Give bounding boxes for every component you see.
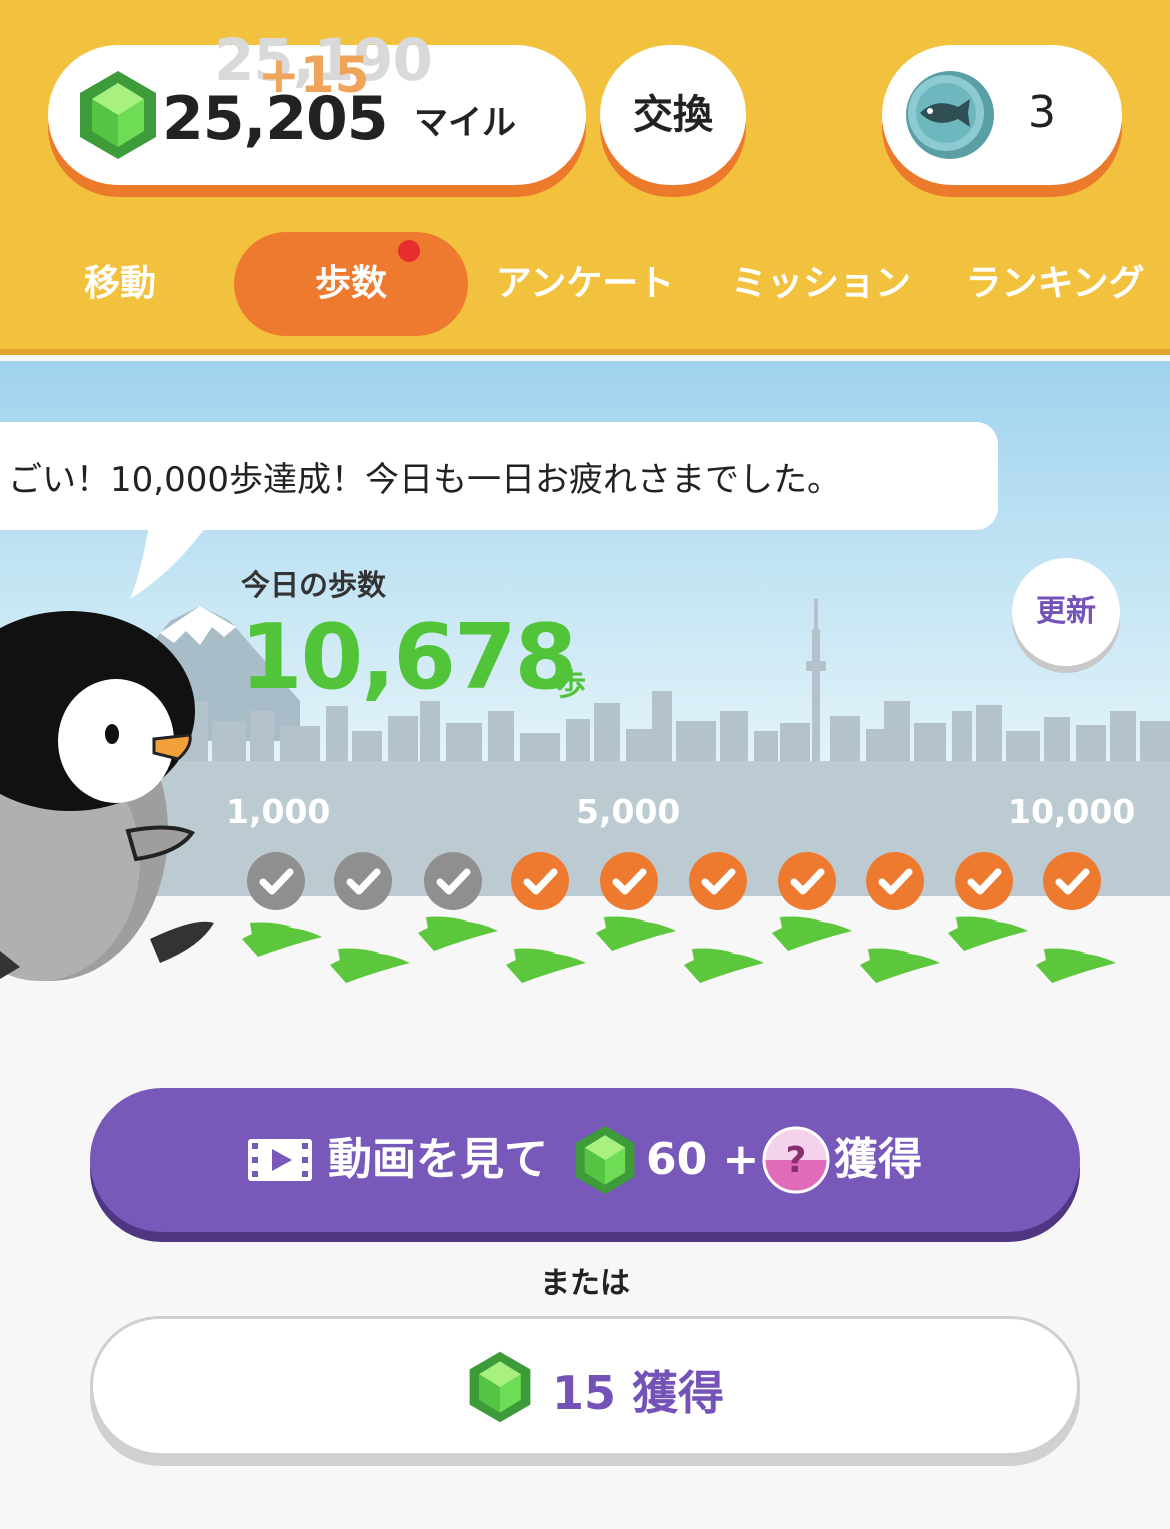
video-button-suffix: 獲得: [834, 1134, 922, 1185]
exchange-button[interactable]: 交換: [600, 45, 746, 185]
green-gem-icon: [575, 1125, 635, 1195]
speech-bubble-text: ごい！10,000歩達成！今日も一日お疲れさまでした。: [8, 460, 841, 500]
milestone-check-4: [511, 852, 569, 910]
tab-survey[interactable]: アンケート: [490, 232, 680, 336]
miles-unit: マイル: [414, 103, 516, 143]
tab-move[interactable]: 移動: [40, 232, 200, 336]
refresh-button[interactable]: 更新: [1012, 558, 1120, 666]
exchange-label: 交換: [633, 92, 713, 138]
miles-value: 25,205: [162, 84, 389, 154]
fish-coin-pill[interactable]: 3: [882, 45, 1122, 185]
tab-mission[interactable]: ミッション: [724, 232, 918, 336]
milestone-label-1000: 1,000: [226, 792, 331, 831]
svg-text:?: ?: [786, 1140, 807, 1181]
watch-video-button[interactable]: 動画を見て 60 + ? 獲得: [90, 1088, 1080, 1232]
notification-dot: [398, 240, 420, 262]
milestone-check-7: [778, 852, 836, 910]
today-steps-label: 今日の歩数: [241, 568, 387, 602]
green-gem-icon: [469, 1351, 531, 1423]
green-gem-icon: [80, 71, 156, 159]
milestone-check-5: [600, 852, 658, 910]
mystery-ball-icon: ?: [762, 1126, 830, 1194]
milestone-check-10: [1043, 852, 1101, 910]
milestone-label-10000: 10,000: [1008, 792, 1136, 831]
film-icon: [248, 1139, 312, 1181]
fish-coin-count: 3: [1028, 87, 1056, 138]
milestone-check-8: [866, 852, 924, 910]
milestone-check-3: [424, 852, 482, 910]
fish-coin-icon: [906, 71, 994, 159]
milestone-check-1: [247, 852, 305, 910]
tab-ranking[interactable]: ランキング: [960, 232, 1150, 336]
claim-button-label: 15 獲得: [552, 1366, 725, 1420]
or-separator-text: または: [540, 1266, 630, 1301]
milestone-check-6: [689, 852, 747, 910]
milestone-label-5000: 5,000: [576, 792, 681, 831]
milestone-check-9: [955, 852, 1013, 910]
tab-steps[interactable]: 歩数: [234, 232, 468, 336]
today-steps-value: 10,678: [240, 605, 577, 710]
video-button-text: 動画を見て: [328, 1134, 548, 1185]
milestone-check-2: [334, 852, 392, 910]
steps-unit: 歩: [556, 668, 586, 703]
video-button-amount: 60 +: [646, 1134, 760, 1185]
top-header: 25,190 +15 25,205 マイル 交換 3 移動 歩数 アンケート ミ…: [0, 0, 1170, 355]
